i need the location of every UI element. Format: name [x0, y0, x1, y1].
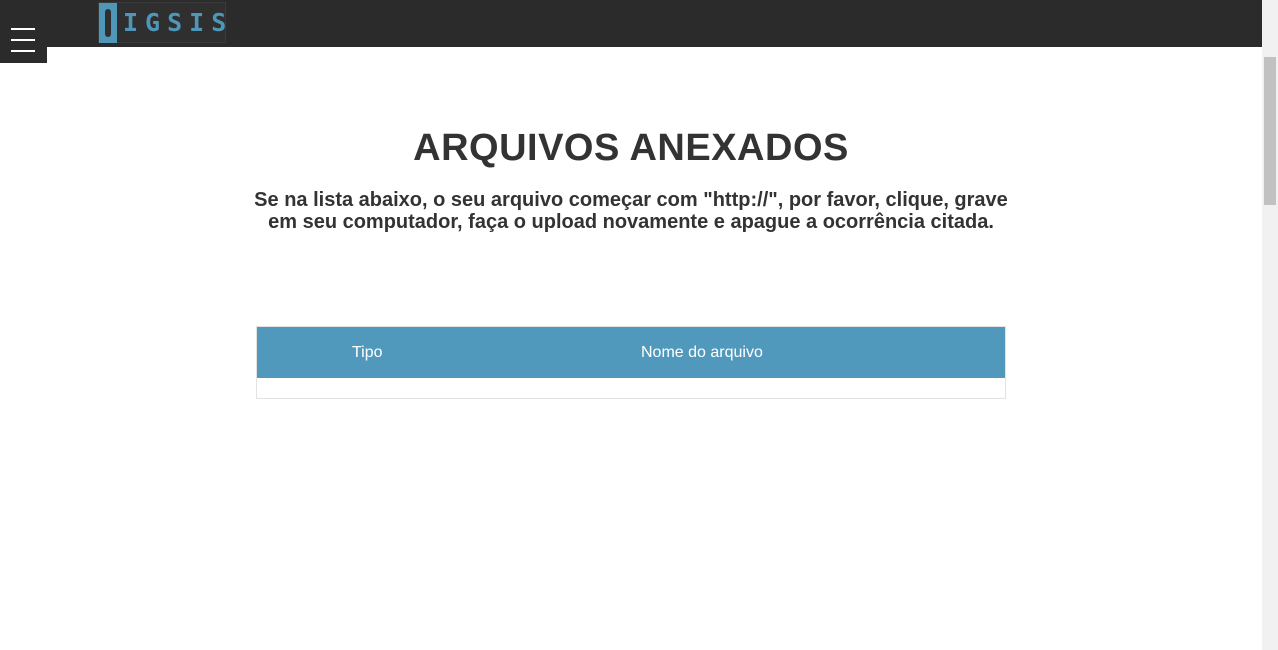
page-scrollbar[interactable]	[1262, 0, 1278, 650]
table-header-row: Tipo Nome do arquivo	[257, 327, 1005, 378]
instructions-text: Se na lista abaixo, o seu arquivo começa…	[254, 189, 1008, 233]
igsis-logo[interactable]: IGSIS	[98, 2, 226, 43]
column-header-nome-do-arquivo[interactable]: Nome do arquivo	[641, 327, 763, 378]
scrollbar-thumb[interactable]	[1264, 57, 1276, 205]
top-navbar: IGSIS	[0, 0, 1262, 47]
logo-mark-icon	[99, 3, 117, 43]
page-title: ARQUIVOS ANEXADOS	[413, 127, 849, 169]
attached-files-table: Tipo Nome do arquivo	[256, 326, 1006, 399]
hamburger-menu-icon	[11, 28, 35, 30]
menu-toggle-button[interactable]	[0, 19, 47, 63]
column-header-tipo[interactable]: Tipo	[352, 327, 383, 378]
logo-text: IGSIS	[123, 8, 234, 37]
